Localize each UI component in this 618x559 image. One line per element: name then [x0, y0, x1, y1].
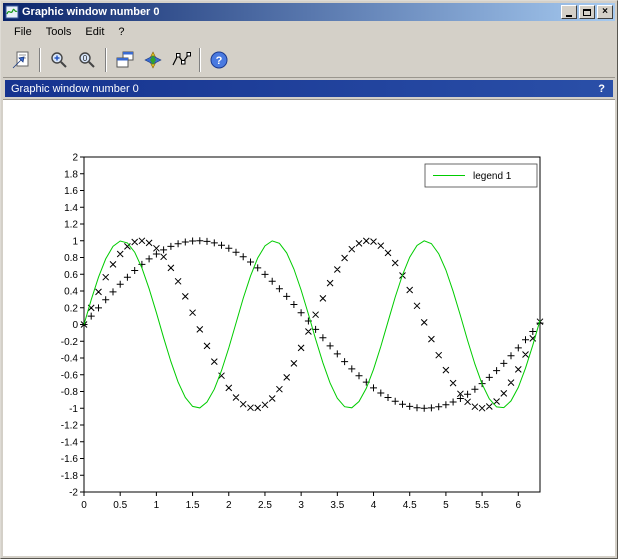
window-icon: [5, 5, 19, 19]
export-button[interactable]: [7, 47, 35, 74]
zoom-in-button[interactable]: [45, 47, 73, 74]
menu-file[interactable]: File: [7, 24, 39, 40]
help-icon: ?: [209, 50, 229, 70]
y-tick-label: -1.4: [61, 437, 79, 448]
plot-canvas[interactable]: -2 -1.8 -1.6 -1.4 -1.2 -1 -0.8 -0.6 -0.4 -0.2 0 0.2…: [3, 99, 615, 556]
legend-label: legend 1: [473, 171, 512, 182]
x-tick-label: 1: [154, 500, 160, 511]
series-markers-1: [81, 238, 543, 411]
graphic-window: Graphic window number 0 × File Tools Edi…: [0, 0, 618, 559]
help-button[interactable]: ?: [205, 47, 233, 74]
series-line-2: [84, 241, 540, 408]
y-tick-label: -0.2: [61, 337, 79, 348]
y-tick-label: 0: [72, 320, 78, 331]
y-tick-label: 1.2: [64, 220, 78, 231]
close-icon: ×: [602, 7, 608, 17]
y-tick-label: -0.4: [61, 354, 79, 365]
x-tick-label: 4: [371, 500, 377, 511]
datatip-button[interactable]: [167, 47, 195, 74]
menu-bar: File Tools Edit ?: [3, 21, 615, 43]
rotate-icon: [143, 50, 163, 70]
x-tick-label: 3: [298, 500, 304, 511]
window-controls: ×: [561, 5, 613, 19]
dock-title-bar: Graphic window number 0 ?: [5, 80, 613, 97]
plot-frame: [84, 157, 540, 492]
title-bar: Graphic window number 0 ×: [3, 3, 615, 21]
svg-text:?: ?: [216, 55, 223, 67]
x-tick-label: 3.5: [330, 500, 344, 511]
x-tick-label: 0.5: [113, 500, 127, 511]
y-tick-label: -1: [69, 404, 78, 415]
y-tick-label: 2: [72, 153, 78, 164]
y-tick-label: 1.8: [64, 169, 78, 180]
minimize-icon: [566, 15, 572, 17]
toolbar-separator: [105, 48, 107, 72]
y-tick-label: 1.4: [64, 203, 78, 214]
window-title: Graphic window number 0: [22, 6, 558, 18]
y-tick-label: 0.2: [64, 303, 78, 314]
zoom-original-icon: 0: [77, 50, 97, 70]
dock-title: Graphic window number 0: [11, 83, 596, 95]
y-tick-label: 1: [72, 236, 78, 247]
plot-svg[interactable]: -2 -1.8 -1.6 -1.4 -1.2 -1 -0.8 -0.6 -0.4 -0.2 0 0.2…: [3, 100, 615, 556]
export-icon: [11, 50, 31, 70]
ged-button[interactable]: [111, 47, 139, 74]
minimize-button[interactable]: [561, 5, 577, 19]
zoom-in-icon: [49, 50, 69, 70]
series-markers-0: [81, 237, 544, 411]
maximize-button[interactable]: [579, 5, 595, 19]
y-tick-label: -1.8: [61, 471, 79, 482]
rotate-button[interactable]: [139, 47, 167, 74]
menu-help[interactable]: ?: [111, 24, 131, 40]
x-tick-label: 5: [443, 500, 449, 511]
close-button[interactable]: ×: [597, 5, 613, 19]
toolbar-separator: [39, 48, 41, 72]
y-tick-label: -2: [69, 488, 78, 499]
dock-help-button[interactable]: ?: [596, 83, 607, 95]
x-tick-label: 6: [516, 500, 522, 511]
ged-icon: [115, 50, 135, 70]
y-tick-label: 0.4: [64, 287, 78, 298]
y-tick-label: 0.6: [64, 270, 78, 281]
svg-text:0: 0: [83, 54, 88, 63]
x-tick-label: 1.5: [186, 500, 200, 511]
x-tick-label: 5.5: [475, 500, 489, 511]
y-tick-label: 1.6: [64, 186, 78, 197]
y-tick-label: -1.2: [61, 421, 79, 432]
y-tick-label: -0.6: [61, 370, 79, 381]
menu-tools[interactable]: Tools: [39, 24, 79, 40]
zoom-original-button[interactable]: 0: [73, 47, 101, 74]
toolbar-separator: [199, 48, 201, 72]
y-tick-label: -0.8: [61, 387, 79, 398]
x-tick-label: 2.5: [258, 500, 272, 511]
x-tick-label: 0: [81, 500, 87, 511]
toolbar: 0: [3, 43, 615, 78]
x-tick-label: 2: [226, 500, 232, 511]
y-tick-label: 0.8: [64, 253, 78, 264]
x-tick-label: 4.5: [403, 500, 417, 511]
datatip-icon: [171, 50, 191, 70]
y-tick-label: -1.6: [61, 454, 79, 465]
menu-edit[interactable]: Edit: [78, 24, 111, 40]
maximize-icon: [583, 9, 591, 16]
